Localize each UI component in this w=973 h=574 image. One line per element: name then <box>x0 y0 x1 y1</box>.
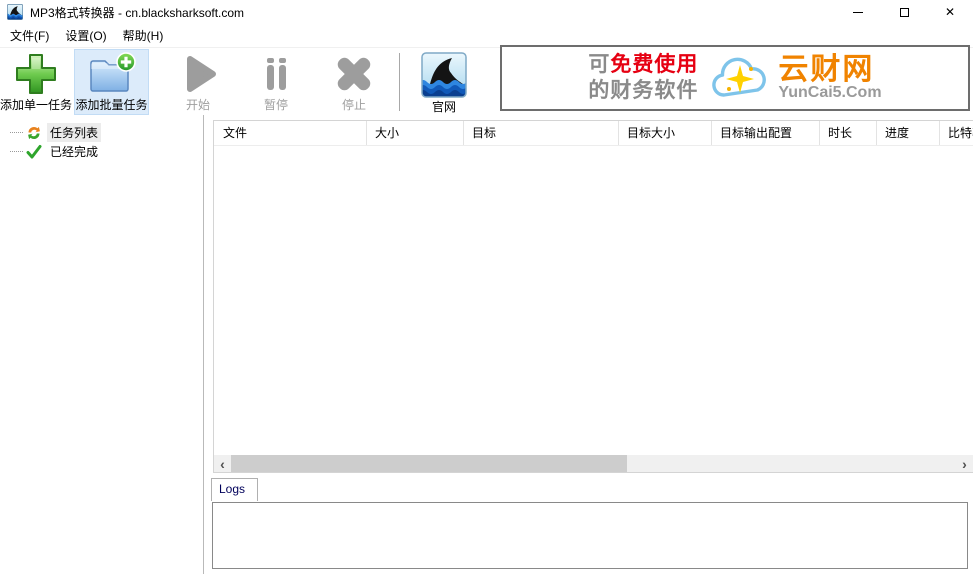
pause-icon <box>254 52 298 96</box>
column-header-progress[interactable]: 进度 <box>876 121 939 145</box>
logs-output[interactable] <box>212 502 968 569</box>
window-controls: ✕ <box>835 0 973 24</box>
start-button[interactable]: 开始 <box>161 49 235 115</box>
sidebar-item-label: 已经完成 <box>47 142 101 161</box>
menu-item-settings[interactable]: 设置(O) <box>57 23 114 48</box>
column-header-file[interactable]: 文件 <box>214 121 366 145</box>
task-table-body <box>214 147 973 455</box>
sidebar-tree-panel: 任务列表 已经完成 <box>0 115 204 574</box>
column-header-duration[interactable]: 时长 <box>819 121 876 145</box>
logs-tab-strip: Logs <box>211 477 973 501</box>
menu-bar: 文件(F) 设置(O) 帮助(H) <box>0 24 973 47</box>
yuncai-cloud-logo <box>708 52 774 104</box>
tab-logs[interactable]: Logs <box>211 478 258 501</box>
scrollbar-left-arrow[interactable]: ‹ <box>214 455 231 472</box>
title-bar: MP3格式转换器 - cn.blacksharksoft.com ✕ <box>0 0 973 24</box>
horizontal-scrollbar[interactable]: ‹ › <box>214 455 973 472</box>
sidebar-item-completed[interactable]: 已经完成 <box>0 142 203 161</box>
ad-line1-prefix: 可 <box>588 53 610 76</box>
pause-button[interactable]: 暂停 <box>238 49 314 115</box>
ad-brand-name: 云财网 <box>778 54 881 86</box>
window-title: MP3格式转换器 - cn.blacksharksoft.com <box>30 4 244 21</box>
column-header-output-config[interactable]: 目标输出配置 <box>711 121 819 145</box>
green-plus-icon <box>14 52 58 96</box>
sidebar-item-label: 任务列表 <box>47 123 101 142</box>
official-site-button[interactable]: 官网 <box>412 49 476 115</box>
check-icon <box>26 144 42 160</box>
column-header-target[interactable]: 目标 <box>463 121 618 145</box>
sidebar-item-task-list[interactable]: 任务列表 <box>0 123 203 142</box>
close-button[interactable]: ✕ <box>927 0 973 24</box>
start-label: 开始 <box>186 96 210 113</box>
stop-x-icon <box>332 52 376 96</box>
toolbar: 添加单一任务 添加批量任务 开始 <box>0 47 973 115</box>
close-icon: ✕ <box>945 6 955 18</box>
toolbar-separator <box>399 53 400 111</box>
column-header-bitrate[interactable]: 比特率 <box>939 121 973 145</box>
play-icon <box>176 52 220 96</box>
chevron-right-icon: › <box>962 457 967 471</box>
column-header-target-size[interactable]: 目标大小 <box>618 121 711 145</box>
menu-item-help[interactable]: 帮助(H) <box>115 23 172 48</box>
pause-label: 暂停 <box>264 96 288 113</box>
column-header-size[interactable]: 大小 <box>366 121 463 145</box>
menu-item-file[interactable]: 文件(F) <box>2 23 57 48</box>
add-single-task-button[interactable]: 添加单一任务 <box>0 49 72 115</box>
maximize-icon <box>900 8 909 17</box>
sync-icon <box>26 125 42 141</box>
ad-line2: 的财务软件 <box>588 78 698 104</box>
app-shark-icon <box>7 4 23 20</box>
task-table: 文件 大小 目标 目标大小 目标输出配置 时长 进度 比特率 ‹ › <box>213 120 973 473</box>
stop-label: 停止 <box>342 96 366 113</box>
tree-connector <box>10 132 23 133</box>
scrollbar-right-arrow[interactable]: › <box>956 455 973 472</box>
chevron-left-icon: ‹ <box>220 457 225 471</box>
add-batch-task-button[interactable]: 添加批量任务 <box>74 49 149 115</box>
scrollbar-thumb[interactable] <box>231 455 627 472</box>
folder-add-icon <box>88 52 136 96</box>
ad-line1-highlight: 免费使用 <box>610 53 698 76</box>
stop-button[interactable]: 停止 <box>316 49 392 115</box>
ad-brand-url: YunCai5.Com <box>778 85 881 102</box>
official-site-label: 官网 <box>432 98 456 115</box>
tree-connector <box>10 151 23 152</box>
ad-brand-block: 云财网 YunCai5.Com <box>778 54 881 102</box>
minimize-button[interactable] <box>835 0 881 24</box>
ad-banner-text: 可免费使用 的财务软件 <box>588 52 698 105</box>
task-table-header: 文件 大小 目标 目标大小 目标输出配置 时长 进度 比特率 <box>214 121 973 146</box>
add-batch-task-label: 添加批量任务 <box>75 96 147 113</box>
ad-banner[interactable]: 可免费使用 的财务软件 云财网 YunCai5.Com <box>500 45 970 111</box>
minimize-icon <box>853 12 863 13</box>
shark-icon <box>421 52 467 98</box>
maximize-button[interactable] <box>881 0 927 24</box>
add-single-task-label: 添加单一任务 <box>0 96 72 113</box>
